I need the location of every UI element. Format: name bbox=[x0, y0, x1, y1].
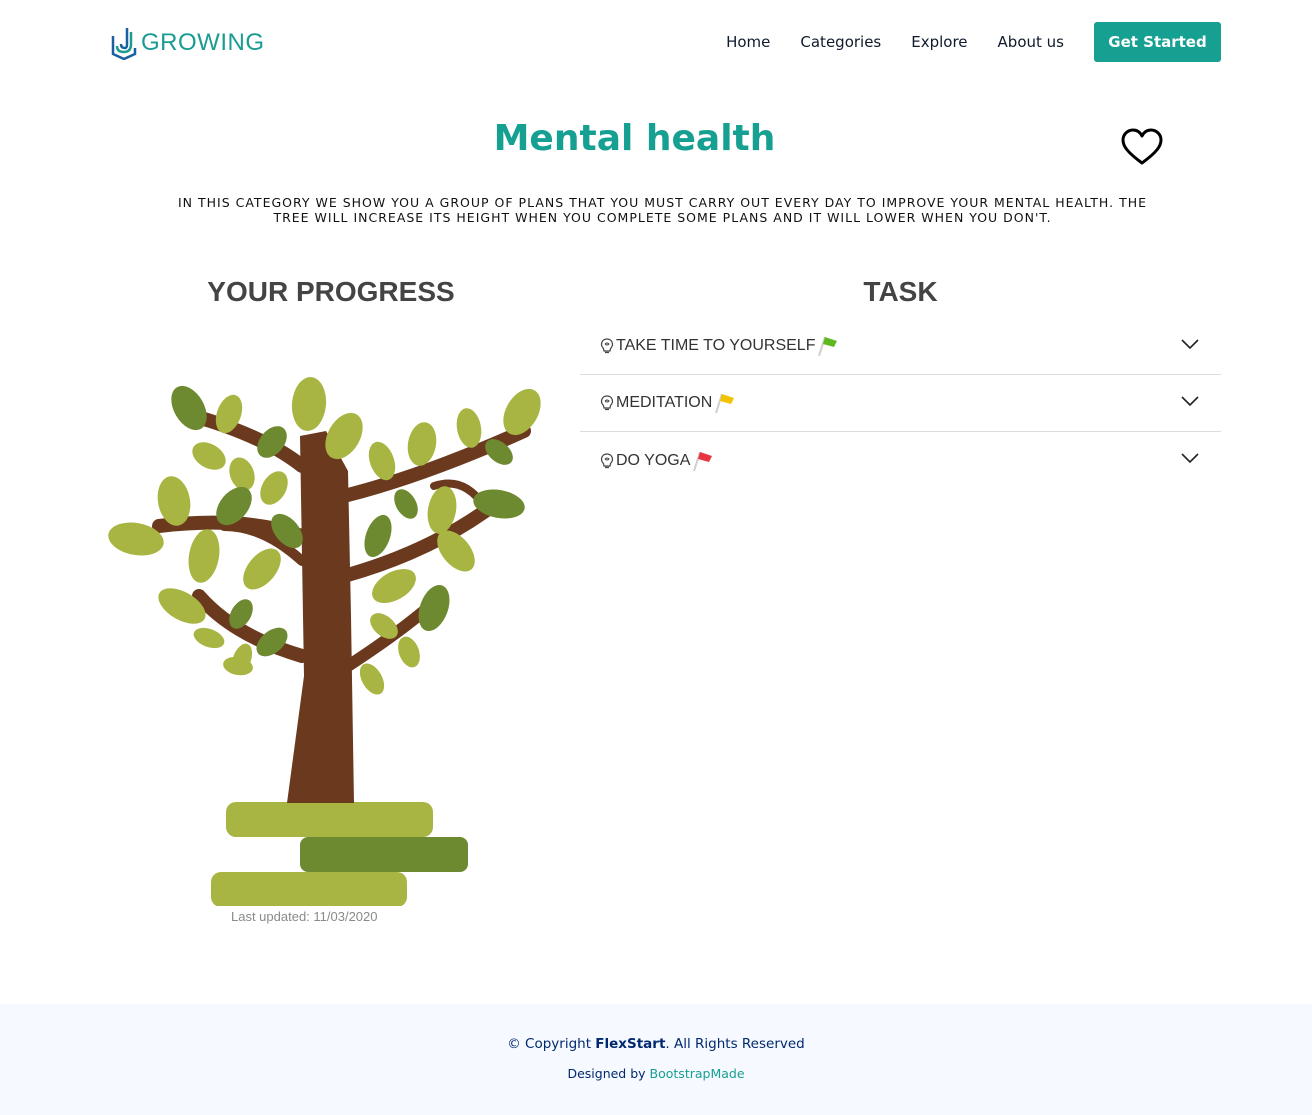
copyright-suffix: . All Rights Reserved bbox=[665, 1036, 805, 1052]
get-started-button[interactable]: Get Started bbox=[1094, 22, 1221, 62]
task-label: MEDITATION bbox=[600, 392, 735, 414]
copyright-prefix: © Copyright bbox=[507, 1036, 591, 1052]
footer-brand: FlexStart bbox=[595, 1036, 666, 1052]
task-item-take-time[interactable]: TAKE TIME TO YOURSELF bbox=[580, 318, 1221, 375]
chevron-down-icon bbox=[1181, 396, 1199, 407]
brain-bulb-icon bbox=[600, 395, 614, 411]
logo[interactable]: GROWING bbox=[111, 26, 265, 60]
red-flag-icon bbox=[693, 451, 713, 471]
logo-text: GROWING bbox=[141, 29, 265, 56]
progress-tree-illustration bbox=[108, 377, 541, 906]
nav-categories[interactable]: Categories bbox=[800, 33, 881, 51]
brain-bulb-icon bbox=[600, 338, 614, 354]
chevron-down-icon bbox=[1181, 453, 1199, 464]
site-footer: © Copyright FlexStart. All Rights Reserv… bbox=[0, 1004, 1312, 1115]
green-flag-icon bbox=[818, 336, 838, 357]
task-item-do-yoga[interactable]: DO YOGA bbox=[580, 432, 1221, 489]
heart-icon[interactable] bbox=[1121, 128, 1163, 168]
page-title: Mental health bbox=[493, 118, 776, 159]
task-label-text: TAKE TIME TO YOURSELF bbox=[616, 337, 816, 354]
task-label: DO YOGA bbox=[600, 450, 713, 472]
logo-icon bbox=[111, 28, 137, 60]
task-label: TAKE TIME TO YOURSELF bbox=[600, 335, 838, 357]
yellow-flag-icon bbox=[715, 393, 735, 414]
designer-link[interactable]: BootstrapMade bbox=[650, 1066, 745, 1081]
copyright-text: © Copyright FlexStart. All Rights Reserv… bbox=[0, 1036, 1312, 1052]
progress-title: YOUR PROGRESS bbox=[207, 276, 455, 307]
chevron-down-icon bbox=[1181, 339, 1199, 350]
task-title: TASK bbox=[863, 276, 938, 307]
category-description: IN THIS CATEGORY WE SHOW YOU A GROUP OF … bbox=[177, 195, 1147, 225]
nav-explore[interactable]: Explore bbox=[911, 33, 967, 51]
task-item-meditation[interactable]: MEDITATION bbox=[580, 375, 1221, 432]
credits-text: Designed by BootstrapMade bbox=[0, 1066, 1312, 1081]
designed-by-label: Designed by bbox=[567, 1066, 646, 1081]
task-label-text: DO YOGA bbox=[616, 451, 691, 469]
task-accordion: TAKE TIME TO YOURSELF MEDITATION DO YOGA bbox=[580, 318, 1221, 489]
task-label-text: MEDITATION bbox=[616, 394, 713, 411]
last-updated-text: Last updated: 11/03/2020 bbox=[231, 909, 378, 924]
brain-bulb-icon bbox=[600, 452, 614, 468]
site-header: GROWING Home Categories Explore About us… bbox=[0, 0, 1312, 84]
nav-home[interactable]: Home bbox=[726, 33, 770, 51]
nav-about-us[interactable]: About us bbox=[998, 33, 1064, 51]
main-nav: Home Categories Explore About us Get Sta… bbox=[726, 0, 1221, 84]
